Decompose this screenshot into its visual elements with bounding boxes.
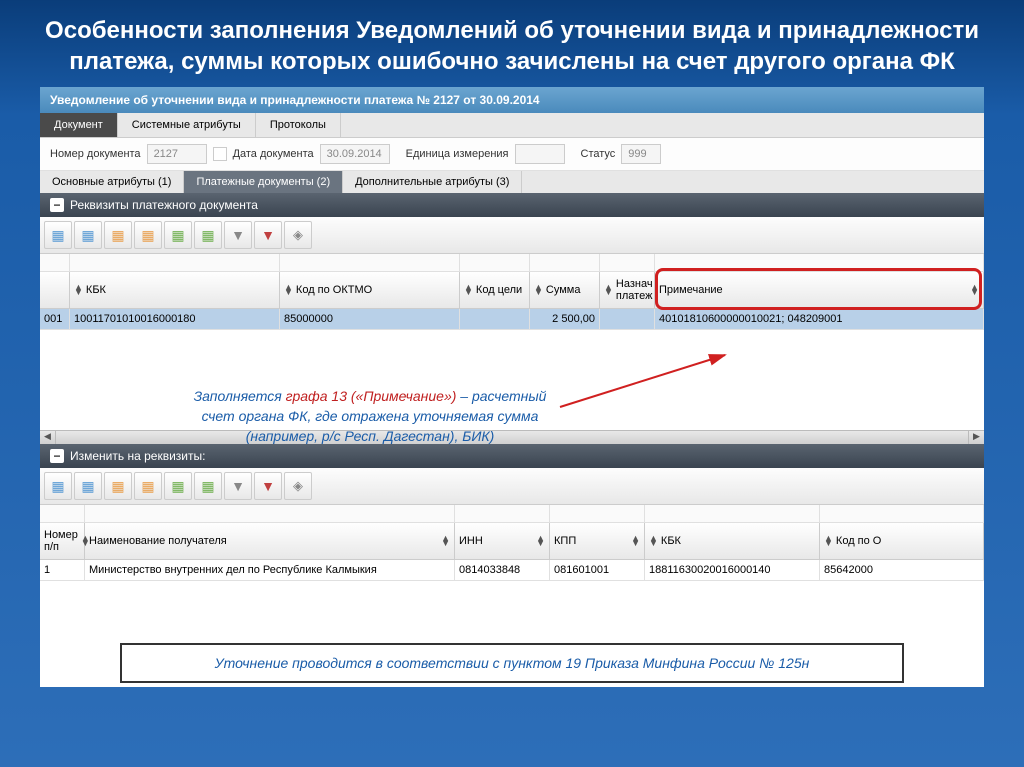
- cell2-inn: 0814033848: [455, 560, 550, 580]
- slide-title: Особенности заполнения Уведомлений об ут…: [0, 0, 1024, 87]
- scroll-right-icon[interactable]: ▶: [968, 431, 984, 444]
- col2-kpp[interactable]: КПП▲▼: [550, 523, 645, 559]
- tb-funnel-red-icon[interactable]: ▼: [254, 221, 282, 249]
- col2-kbk[interactable]: ▲▼КБК: [645, 523, 820, 559]
- cell-num: 001: [40, 309, 70, 329]
- tb2-grid2-icon[interactable]: ▦: [74, 472, 102, 500]
- tb-grid5-icon[interactable]: ▦: [164, 221, 192, 249]
- cell-oktmo: 85000000: [280, 309, 460, 329]
- col-purpose[interactable]: ▲▼Назнач платеж: [600, 272, 655, 308]
- window-header: Уведомление об уточнении вида и принадле…: [40, 87, 984, 113]
- cell2-np: 1: [40, 560, 85, 580]
- cell-sum: 2 500,00: [530, 309, 600, 329]
- subtab-payment[interactable]: Платежные документы (2): [184, 171, 343, 193]
- cell-purpose: [600, 309, 655, 329]
- subtab-main[interactable]: Основные атрибуты (1): [40, 171, 184, 193]
- col-note[interactable]: Примечание▲▼: [655, 272, 984, 308]
- tb2-grid1-icon[interactable]: ▦: [44, 472, 72, 500]
- doc-num-label: Номер документа: [50, 148, 141, 160]
- tb-grid1-icon[interactable]: ▦: [44, 221, 72, 249]
- col2-oktmo[interactable]: ▲▼Код по О: [820, 523, 984, 559]
- unit-input[interactable]: [515, 144, 565, 164]
- tb2-funnel-icon[interactable]: ▼: [224, 472, 252, 500]
- form-row: Номер документа Дата документа Единица и…: [40, 138, 984, 171]
- tb-grid4-icon[interactable]: ▦: [134, 221, 162, 249]
- table2: Номер п/п▲▼ Наименование получателя▲▼ ИН…: [40, 505, 984, 581]
- doc-num-input[interactable]: [147, 144, 207, 164]
- doc-date-label: Дата документа: [233, 148, 314, 160]
- collapse-icon[interactable]: −: [50, 198, 64, 212]
- cell-note: 40101810600000010021; 048209001: [655, 309, 984, 329]
- toolbar1: ▦ ▦ ▦ ▦ ▦ ▦ ▼ ▼ ◈: [40, 217, 984, 254]
- tb2-grid3-icon[interactable]: ▦: [104, 472, 132, 500]
- unit-label: Единица измерения: [406, 148, 509, 160]
- col-target[interactable]: ▲▼Код цели: [460, 272, 530, 308]
- status-input[interactable]: [621, 144, 661, 164]
- sub-tabs: Основные атрибуты (1) Платежные документ…: [40, 171, 984, 193]
- tab-document[interactable]: Документ: [40, 113, 118, 137]
- section2-title: Изменить на реквизиты:: [70, 449, 205, 463]
- col-oktmo[interactable]: ▲▼Код по ОКТМО: [280, 272, 460, 308]
- subtab-extra[interactable]: Дополнительные атрибуты (3): [343, 171, 522, 193]
- cell-target: [460, 309, 530, 329]
- main-tabs: Документ Системные атрибуты Протоколы: [40, 113, 984, 138]
- bottom-note: Уточнение проводится в соответствии с пу…: [120, 643, 904, 683]
- cell2-oktmo: 85642000: [820, 560, 984, 580]
- tb2-funnel-red-icon[interactable]: ▼: [254, 472, 282, 500]
- tb-grid2-icon[interactable]: ▦: [74, 221, 102, 249]
- doc-icon[interactable]: [213, 147, 227, 161]
- section1-title: Реквизиты платежного документа: [70, 198, 258, 212]
- tb-grid6-icon[interactable]: ▦: [194, 221, 222, 249]
- tb-grid3-icon[interactable]: ▦: [104, 221, 132, 249]
- collapse-icon-2[interactable]: −: [50, 449, 64, 463]
- app-window: Уведомление об уточнении вида и принадле…: [40, 87, 984, 687]
- tb-doc-icon[interactable]: ◈: [284, 221, 312, 249]
- col-sum[interactable]: ▲▼Сумма: [530, 272, 600, 308]
- tb2-grid6-icon[interactable]: ▦: [194, 472, 222, 500]
- col2-np[interactable]: Номер п/п▲▼: [40, 523, 85, 559]
- col2-inn[interactable]: ИНН▲▼: [455, 523, 550, 559]
- doc-date-input[interactable]: [320, 144, 390, 164]
- grid1-header: ▲▼КБК ▲▼Код по ОКТМО ▲▼Код цели ▲▼Сумма …: [40, 272, 984, 309]
- tb-funnel-icon[interactable]: ▼: [224, 221, 252, 249]
- grid2-header: Номер п/п▲▼ Наименование получателя▲▼ ИН…: [40, 523, 984, 560]
- table2-row[interactable]: 1 Министерство внутренних дел по Республ…: [40, 560, 984, 581]
- scroll-left-icon[interactable]: ◀: [40, 431, 56, 444]
- cell-kbk: 10011701010016000180: [70, 309, 280, 329]
- cell2-recipient: Министерство внутренних дел по Республик…: [85, 560, 455, 580]
- tb2-doc-icon[interactable]: ◈: [284, 472, 312, 500]
- col2-recipient[interactable]: Наименование получателя▲▼: [85, 523, 455, 559]
- section2-header[interactable]: − Изменить на реквизиты:: [40, 444, 984, 468]
- tab-protocols[interactable]: Протоколы: [256, 113, 341, 137]
- cell2-kpp: 081601001: [550, 560, 645, 580]
- cell2-kbk: 18811630020016000140: [645, 560, 820, 580]
- tb2-grid4-icon[interactable]: ▦: [134, 472, 162, 500]
- col-kbk[interactable]: ▲▼КБК: [70, 272, 280, 308]
- annotation-text: Заполняется графа 13 («Примечание») – ра…: [170, 387, 570, 446]
- status-label: Статус: [581, 148, 616, 160]
- section1-header[interactable]: − Реквизиты платежного документа: [40, 193, 984, 217]
- table1: ▲▼КБК ▲▼Код по ОКТМО ▲▼Код цели ▲▼Сумма …: [40, 254, 984, 330]
- tab-system-attrs[interactable]: Системные атрибуты: [118, 113, 256, 137]
- tb2-grid5-icon[interactable]: ▦: [164, 472, 192, 500]
- table1-row[interactable]: 001 10011701010016000180 85000000 2 500,…: [40, 309, 984, 330]
- toolbar2: ▦ ▦ ▦ ▦ ▦ ▦ ▼ ▼ ◈: [40, 468, 984, 505]
